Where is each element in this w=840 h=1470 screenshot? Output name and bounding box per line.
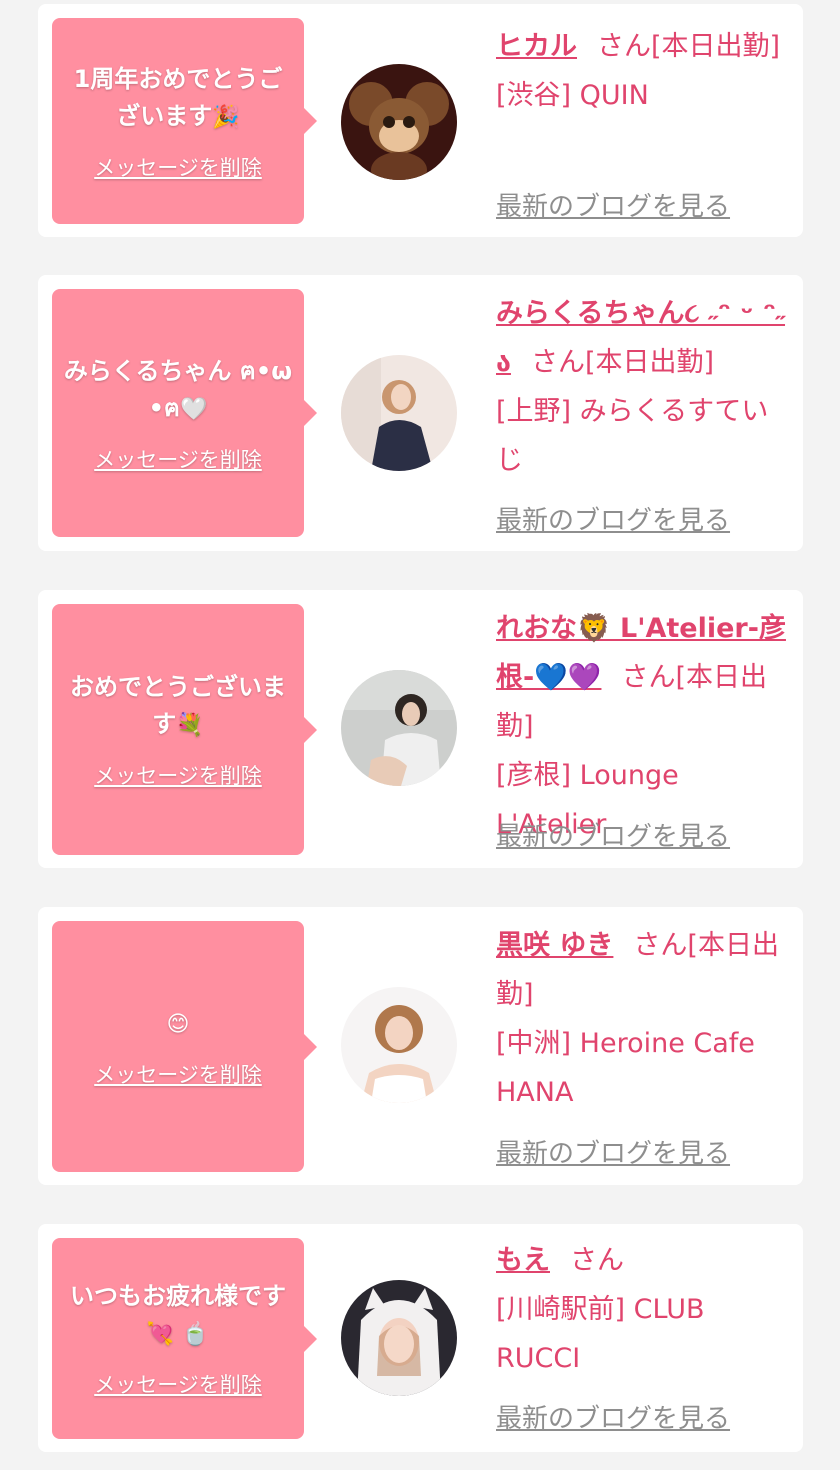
message-text: おめでとうございます💐 xyxy=(70,673,286,738)
message-bubble: 1周年おめでとうございます🎉 メッセージを削除 xyxy=(52,18,317,224)
cast-name-link[interactable]: 黒咲 ゆき xyxy=(496,930,613,961)
avatar[interactable] xyxy=(341,670,457,786)
attendance-status: [本日出勤] xyxy=(584,347,715,378)
delete-message-link[interactable]: メッセージを削除 xyxy=(94,444,262,474)
cast-name-link[interactable]: ヒカル xyxy=(496,31,577,62)
latest-blog-link[interactable]: 最新のブログを見る xyxy=(496,500,730,537)
cast-info: みらくるちゃん૮ ˶ᵔ ᵕ ᵔ˶ ა さん[本日出勤] [上野] みらくるすていじ xyxy=(496,289,788,485)
message-text: 1周年おめでとうございます🎉 xyxy=(73,64,283,130)
message-bubble: 😊 メッセージを削除 xyxy=(52,921,317,1172)
avatar[interactable] xyxy=(341,987,457,1103)
white-heart-icon: 🤍 xyxy=(180,396,208,422)
avatar[interactable] xyxy=(341,1280,457,1396)
message-bubble: いつもお疲れ様です💘 🍵 メッセージを削除 xyxy=(52,1238,317,1439)
message-card: いつもお疲れ様です💘 🍵 メッセージを削除 もえ さん [川崎駅前] CLUB R… xyxy=(38,1224,803,1452)
message-text: みらくるちゃん ฅ•ω•ฅ🤍 xyxy=(63,356,293,422)
store-location: [川崎駅前] CLUB RUCCI xyxy=(496,1294,705,1374)
avatar[interactable] xyxy=(341,355,457,471)
avatar[interactable] xyxy=(341,64,457,180)
message-card: 😊 メッセージを削除 黒咲 ゆき さん[本日出勤] [中洲] Heroine Ca… xyxy=(38,907,803,1185)
cast-name-link[interactable]: もえ xyxy=(496,1245,550,1276)
delete-message-link[interactable]: メッセージを削除 xyxy=(94,152,262,182)
message-bubble: おめでとうございます💐 メッセージを削除 xyxy=(52,604,317,855)
cast-info: 黒咲 ゆき さん[本日出勤] [中洲] Heroine Cafe HANA xyxy=(496,921,788,1117)
latest-blog-link[interactable]: 最新のブログを見る xyxy=(496,186,730,223)
message-card: おめでとうございます💐 メッセージを削除 れおな🦁 L'Atelier-彦根-💙… xyxy=(38,590,803,868)
delete-message-link[interactable]: メッセージを削除 xyxy=(94,1059,262,1089)
latest-blog-link[interactable]: 最新のブログを見る xyxy=(496,816,730,853)
latest-blog-link[interactable]: 最新のブログを見る xyxy=(496,1398,730,1435)
store-location: [渋谷] QUIN xyxy=(496,80,649,111)
honorific: さん xyxy=(570,1245,624,1276)
delete-message-link[interactable]: メッセージを削除 xyxy=(94,760,262,790)
latest-blog-link[interactable]: 最新のブログを見る xyxy=(496,1133,730,1170)
message-bubble: みらくるちゃん ฅ•ω•ฅ🤍 メッセージを削除 xyxy=(52,289,317,537)
cast-info: れおな🦁 L'Atelier-彦根-💙💜 さん[本日出勤] [彦根] Lounge… xyxy=(496,604,788,849)
cast-info: もえ さん [川崎駅前] CLUB RUCCI xyxy=(496,1236,788,1383)
cast-info: ヒカル さん[本日出勤] [渋谷] QUIN xyxy=(496,22,788,120)
honorific: さん xyxy=(633,930,688,961)
message-card: みらくるちゃん ฅ•ω•ฅ🤍 メッセージを削除 みらくるちゃん૮ ˶ᵔ ᵕ ᵔ˶… xyxy=(38,275,803,551)
message-text: 😊 xyxy=(157,1005,200,1043)
honorific: さん xyxy=(597,31,651,62)
heart-and-tea-icon: 💘 🍵 xyxy=(146,1322,210,1347)
message-text: いつもお疲れ様です💘 🍵 xyxy=(70,1282,286,1347)
honorific: さん xyxy=(530,347,585,378)
bouquet-icon: 💐 xyxy=(176,713,204,738)
smiling-face-icon: 😊 xyxy=(166,1011,190,1037)
attendance-status: [本日出勤] xyxy=(651,31,781,62)
message-card: 1周年おめでとうございます🎉 メッセージを削除 ヒカル さん[本日出勤] [渋谷]… xyxy=(38,4,803,237)
store-location: [上野] みらくるすていじ xyxy=(496,396,769,476)
store-location: [中洲] Heroine Cafe HANA xyxy=(496,1028,755,1108)
party-popper-icon: 🎉 xyxy=(212,104,240,130)
honorific: さん xyxy=(621,662,676,693)
delete-message-link[interactable]: メッセージを削除 xyxy=(94,1369,262,1399)
